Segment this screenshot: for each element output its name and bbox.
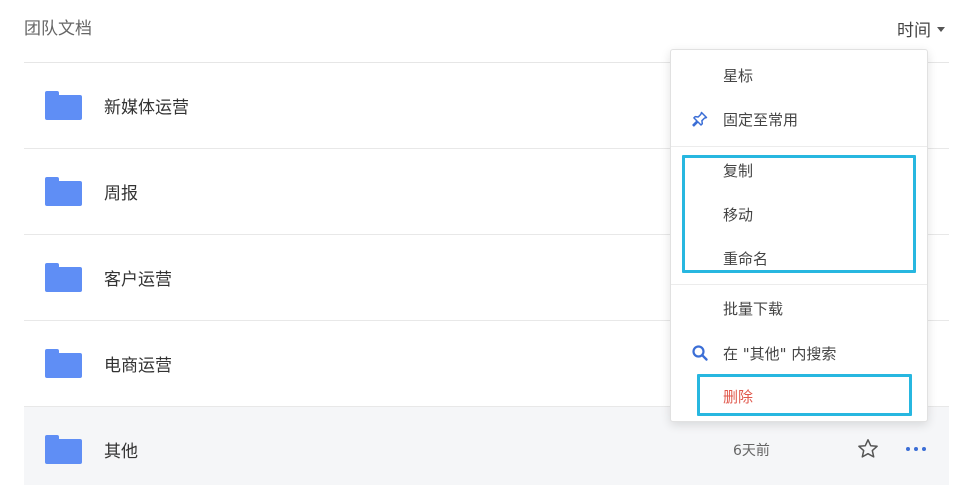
folder-icon [45, 435, 82, 464]
menu-item-search[interactable]: 在 "其他" 内搜索 [671, 337, 927, 369]
team-docs-page: 团队文档 时间 新媒体运营 周报 客户运营 电商运营 其他 6天前 星标 固定至… [0, 0, 961, 485]
menu-item-pin[interactable]: 固定至常用 [671, 103, 927, 135]
folder-name: 电商运营 [104, 356, 172, 376]
star-icon[interactable] [856, 437, 880, 461]
folder-icon [45, 263, 82, 292]
menu-divider [671, 284, 927, 285]
modified-time: 6天前 [733, 442, 770, 459]
sort-label: 时间 [897, 21, 931, 41]
menu-item-copy[interactable]: 复制 [671, 154, 927, 186]
menu-divider [671, 146, 927, 147]
menu-item-batch-download[interactable]: 批量下载 [671, 292, 927, 324]
pin-icon [692, 111, 708, 127]
menu-item-star[interactable]: 星标 [671, 59, 927, 91]
folder-name: 客户运营 [104, 270, 172, 290]
sort-dropdown[interactable]: 时间 [897, 16, 945, 41]
page-title: 团队文档 [24, 19, 92, 39]
folder-icon [45, 91, 82, 120]
menu-item-delete[interactable]: 删除 [671, 380, 927, 412]
folder-icon [45, 177, 82, 206]
context-menu: 星标 固定至常用 复制 移动 重命名 批量下载 在 "其他" 内搜索 删除 [670, 49, 928, 422]
more-options-icon[interactable] [904, 437, 928, 461]
folder-name: 其他 [104, 442, 138, 462]
search-icon [692, 345, 708, 361]
menu-item-rename[interactable]: 重命名 [671, 242, 927, 274]
menu-item-move[interactable]: 移动 [671, 198, 927, 230]
caret-down-icon [937, 27, 945, 32]
folder-icon [45, 349, 82, 378]
folder-name: 周报 [104, 184, 138, 204]
folder-name: 新媒体运营 [104, 98, 189, 118]
